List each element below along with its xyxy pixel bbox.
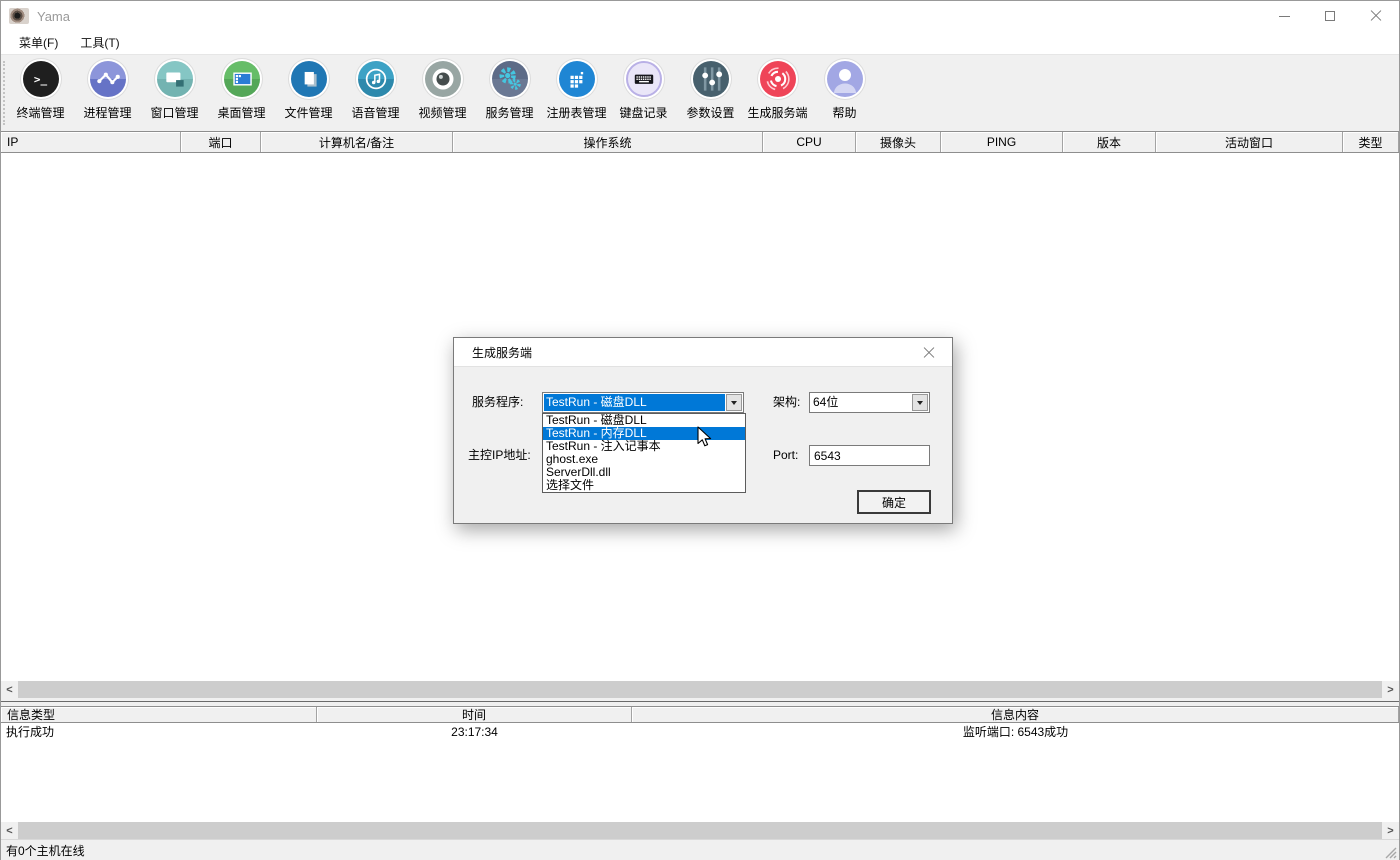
scrollbar-thumb[interactable] [18,822,1382,839]
toolbar-item-file[interactable]: 文件管理 [275,61,342,131]
process-icon [90,61,126,97]
column-header-os[interactable]: 操作系统 [453,132,763,152]
dialog-title-bar: 生成服务端 [454,338,952,367]
toolbar-item-params[interactable]: 参数设置 [677,61,744,131]
log-cell-type: 执行成功 [1,723,317,740]
dialog-title: 生成服务端 [472,344,532,361]
port-label: Port: [773,445,798,466]
audio-icon [358,61,394,97]
app-logo-icon [9,8,29,24]
column-header-port[interactable]: 端口 [181,132,261,152]
target-icon [760,61,796,97]
service-program-combobox[interactable]: TestRun - 磁盘DLL [542,392,744,413]
port-input[interactable] [809,445,930,466]
column-header-ping[interactable]: PING [941,132,1063,152]
keyboard-icon [626,61,662,97]
toolbar-item-registry[interactable]: 注册表管理 [543,61,610,131]
close-icon [923,347,934,358]
close-icon [1370,10,1382,22]
toolbar-item-desktop[interactable]: 桌面管理 [208,61,275,131]
menu-item-tools[interactable]: 工具(T) [70,32,129,54]
log-scrollbar [1,822,1399,839]
file-icon [291,61,327,97]
ok-button[interactable]: 确定 [857,490,931,514]
panel-separator [1,698,1399,706]
dropdown-option[interactable]: ServerDll.dll [543,466,745,479]
dropdown-option[interactable]: 选择文件 [543,479,745,492]
scroll-left-button[interactable] [1,681,18,698]
column-header-time[interactable]: 时间 [317,707,632,722]
toolbar-item-keylogger[interactable]: 键盘记录 [610,61,677,131]
column-header-msgcontent[interactable]: 信息内容 [632,707,1399,722]
sliders-icon [693,61,729,97]
log-table-header: 信息类型 时间 信息内容 [1,706,1399,723]
column-header-activewindow[interactable]: 活动窗口 [1156,132,1343,152]
menu-item-menu[interactable]: 菜单(F) [9,32,68,54]
terminal-icon [23,61,59,97]
arch-value: 64位 [811,394,911,411]
scroll-right-button[interactable] [1382,822,1399,839]
gears-icon [492,61,528,97]
service-program-dropdown: TestRun - 磁盘DLL TestRun - 内存DLL TestRun … [542,413,746,493]
toolbar-item-process[interactable]: 进程管理 [74,61,141,131]
arch-label: 架构: [773,392,800,413]
mouse-cursor [695,426,715,450]
toolbar-item-help[interactable]: 帮助 [811,61,878,131]
maximize-button[interactable] [1307,1,1353,31]
registry-grid-icon [559,61,595,97]
log-cell-time: 23:17:34 [317,723,632,740]
app-title: Yama [37,9,70,24]
minimize-button[interactable] [1261,1,1307,31]
arch-combobox[interactable]: 64位 [809,392,930,413]
menu-bar: 菜单(F) 工具(T) [1,31,1399,54]
column-header-type[interactable]: 类型 [1343,132,1399,152]
column-header-version[interactable]: 版本 [1063,132,1156,152]
video-eye-icon [425,61,461,97]
status-bar: 有0个主机在线 [1,839,1399,860]
service-program-value: TestRun - 磁盘DLL [544,394,725,411]
toolbar-item-video[interactable]: 视频管理 [409,61,476,131]
window-icon [157,61,193,97]
toolbar-item-audio[interactable]: 语音管理 [342,61,409,131]
toolbar-item-genserver[interactable]: 生成服务端 [744,61,811,131]
host-scrollbar [1,681,1399,698]
toolbar-grip[interactable] [3,61,6,125]
scroll-right-button[interactable] [1382,681,1399,698]
host-table-header: IP 端口 计算机名/备注 操作系统 CPU 摄像头 PING 版本 活动窗口 … [1,131,1399,153]
dropdown-option[interactable]: ghost.exe [543,453,745,466]
title-bar: Yama [1,1,1399,31]
toolbar-item-terminal[interactable]: 终端管理 [7,61,74,131]
scrollbar-thumb[interactable] [18,681,1382,698]
log-list-area: 执行成功 23:17:34 监听端口: 6543成功 [1,723,1399,822]
close-button[interactable] [1353,1,1399,31]
maximize-icon [1325,11,1335,21]
minimize-icon [1279,16,1290,17]
column-header-ip[interactable]: IP [1,132,181,152]
toolbar-item-window[interactable]: 窗口管理 [141,61,208,131]
column-header-msgtype[interactable]: 信息类型 [1,707,317,722]
online-hosts-status: 有0个主机在线 [6,842,85,859]
column-header-camera[interactable]: 摄像头 [856,132,941,152]
app-window: Yama 菜单(F) 工具(T) 终端管理 进程管理 窗口管理 [0,0,1400,860]
toolbar-item-service[interactable]: 服务管理 [476,61,543,131]
log-cell-content: 监听端口: 6543成功 [632,723,1399,740]
resize-grip-icon[interactable] [1383,845,1397,859]
column-header-cpu[interactable]: CPU [763,132,856,152]
dialog-close-button[interactable] [918,342,938,362]
desktop-icon [224,61,260,97]
master-ip-label: 主控IP地址: [468,445,531,466]
chevron-down-icon[interactable] [912,394,928,411]
log-row[interactable]: 执行成功 23:17:34 监听端口: 6543成功 [1,723,1399,740]
service-program-label: 服务程序: [472,392,523,413]
scroll-left-button[interactable] [1,822,18,839]
toolbar: 终端管理 进程管理 窗口管理 桌面管理 文件管理 [1,54,1399,131]
person-icon [827,61,863,97]
column-header-computer[interactable]: 计算机名/备注 [261,132,453,152]
chevron-down-icon[interactable] [726,394,742,411]
